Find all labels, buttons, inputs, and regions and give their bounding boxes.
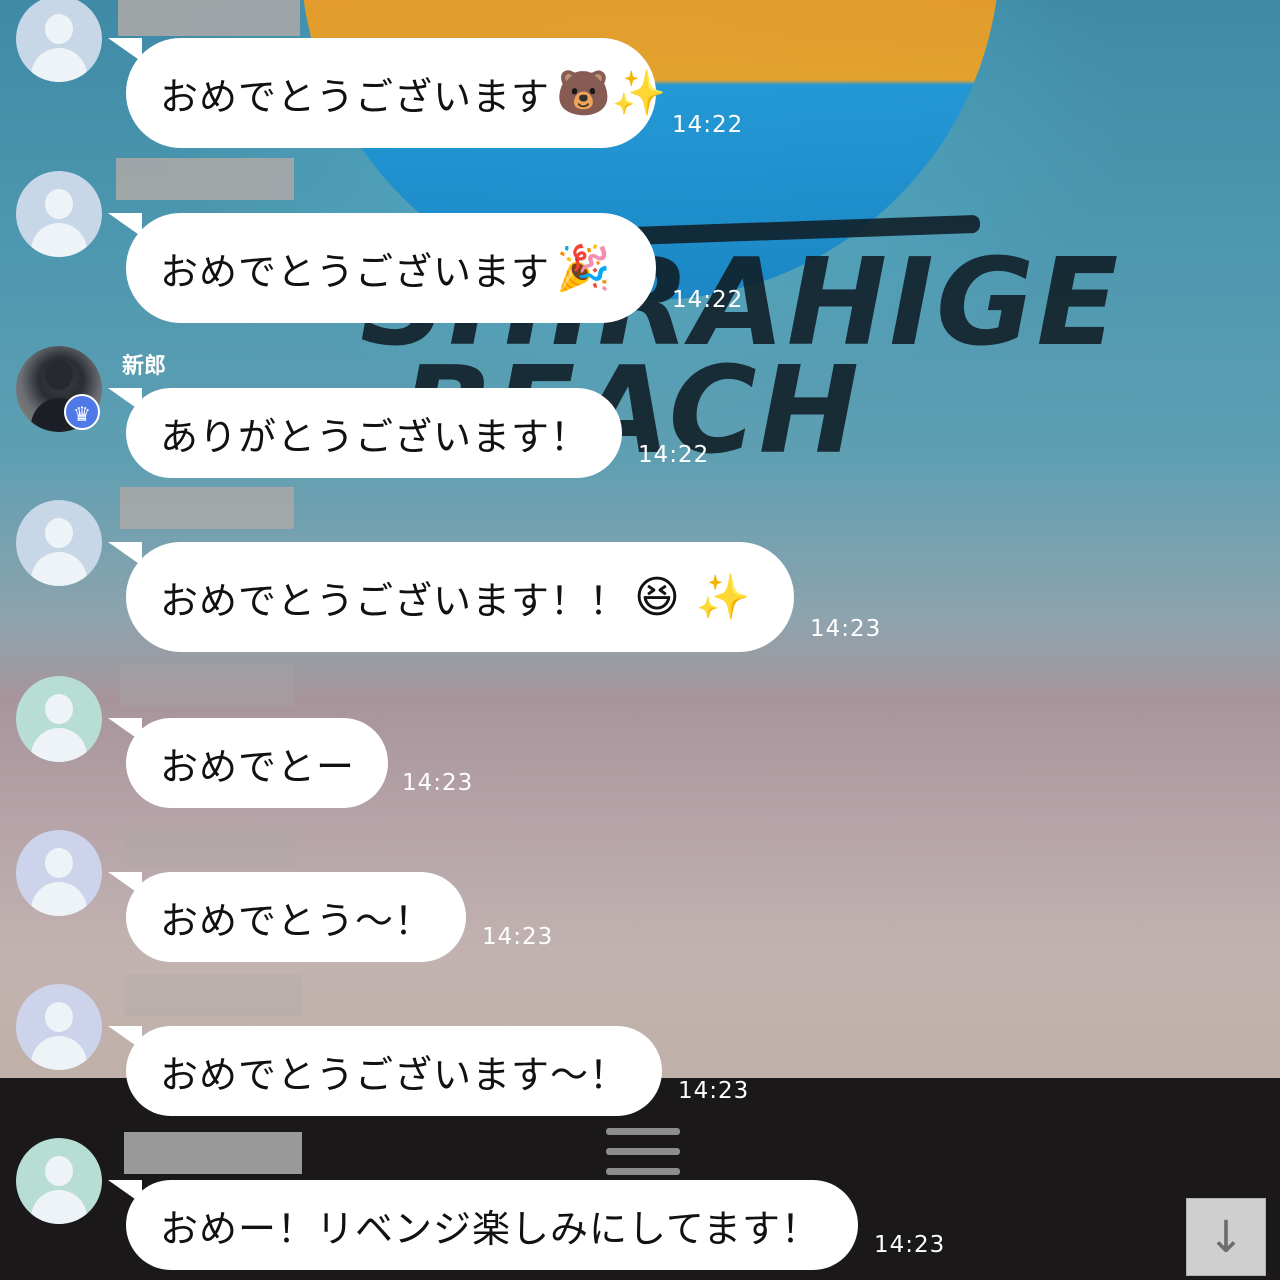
grinning-sparkles-icon: 😆 ✨ [634, 572, 752, 623]
avatar[interactable] [16, 676, 102, 762]
message-text: おめでとうございます〜！ [160, 1052, 629, 1097]
message-time: 14:23 [482, 924, 554, 950]
message-bubble[interactable]: おめでとうございます！！ 😆 ✨ [108, 542, 794, 652]
message-bubble[interactable]: おめでとう〜！ [108, 872, 466, 962]
scroll-down-button[interactable]: ↓ [1186, 1198, 1266, 1276]
message-time: 14:23 [874, 1232, 946, 1258]
avatar[interactable] [16, 830, 102, 916]
sender-name-redacted [124, 826, 294, 868]
message-bubble[interactable]: ありがとうございます！ [108, 388, 622, 478]
message-time: 14:23 [678, 1078, 750, 1104]
sender-name-redacted [120, 664, 294, 706]
avatar[interactable] [16, 500, 102, 586]
avatar[interactable] [16, 1138, 102, 1224]
sender-name: 新郎 [122, 354, 167, 379]
message-bubble[interactable]: おめでとうございます 🐻✨ [108, 38, 667, 148]
message-text: おめでとー [160, 744, 356, 789]
avatar[interactable] [16, 0, 102, 82]
message-text: おめー！リベンジ楽しみにしてます！ [160, 1206, 820, 1251]
drag-handle-icon[interactable] [606, 1128, 680, 1188]
message-bubble[interactable]: おめー！リベンジ楽しみにしてます！ [108, 1180, 858, 1270]
arrow-down-icon: ↓ [1207, 1211, 1245, 1263]
sender-name-redacted [124, 1132, 302, 1174]
avatar[interactable] [16, 984, 102, 1070]
message-time: 14:23 [810, 616, 882, 642]
message-time: 14:22 [638, 442, 710, 468]
message-text: おめでとうございます [160, 249, 551, 294]
message-text: ありがとうございます！ [160, 414, 590, 459]
message-time: 14:23 [402, 770, 474, 796]
crown-icon: ♛ [64, 394, 100, 430]
message-time: 14:22 [672, 287, 744, 313]
message-text: おめでとう〜！ [160, 898, 434, 943]
message-bubble[interactable]: おめでとうございます 🎉 [108, 213, 656, 323]
sender-name-redacted [120, 487, 294, 529]
message-text: おめでとうございます [160, 74, 551, 119]
message-text: おめでとうございます！！ [160, 578, 629, 623]
message-bubble[interactable]: おめでとー [108, 718, 388, 808]
bear-sticker-icon: 🐻✨ [556, 68, 668, 119]
sender-name-redacted [124, 974, 302, 1016]
sender-name-redacted [116, 158, 294, 200]
party-popper-icon: 🎉 [556, 243, 612, 294]
avatar[interactable] [16, 171, 102, 257]
message-time: 14:22 [672, 112, 744, 138]
sender-name-redacted [118, 0, 300, 36]
message-bubble[interactable]: おめでとうございます〜！ [108, 1026, 662, 1116]
